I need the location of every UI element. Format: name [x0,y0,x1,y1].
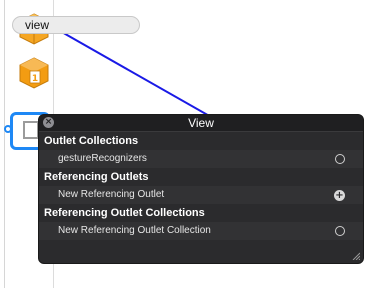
resize-grip-icon[interactable] [352,252,360,260]
interface-builder-canvas: 1 view × View Outlet Collections gesture… [0,0,386,288]
outlet-label: New Referencing Outlet Collection [58,225,211,236]
dock-divider [4,0,5,288]
empty-circle-icon[interactable] [335,226,345,236]
empty-circle-icon[interactable] [335,154,345,164]
popover-titlebar: × View [39,115,363,132]
outlet-label: gestureRecognizers [58,153,147,164]
first-responder-cube-icon[interactable]: 1 [17,56,51,90]
section-header-outlet-collections: Outlet Collections [44,135,139,147]
connections-popover: × View Outlet Collections gestureRecogni… [38,114,364,264]
svg-text:1: 1 [32,74,38,84]
outlet-row-new-referencing-outlet-collection[interactable]: New Referencing Outlet Collection [39,222,363,240]
outlet-row-new-referencing-outlet[interactable]: New Referencing Outlet + [39,186,363,204]
view-icon [23,121,39,139]
drag-source-label[interactable]: view [12,16,140,34]
section-header-referencing-outlets: Referencing Outlets [44,171,149,183]
popover-title: View [188,116,214,130]
outlet-label: New Referencing Outlet [58,189,165,200]
outlet-row-gesture-recognizers[interactable]: gestureRecognizers [39,150,363,168]
section-header-referencing-outlet-collections: Referencing Outlet Collections [44,207,205,219]
plus-circle-icon[interactable]: + [334,190,345,201]
